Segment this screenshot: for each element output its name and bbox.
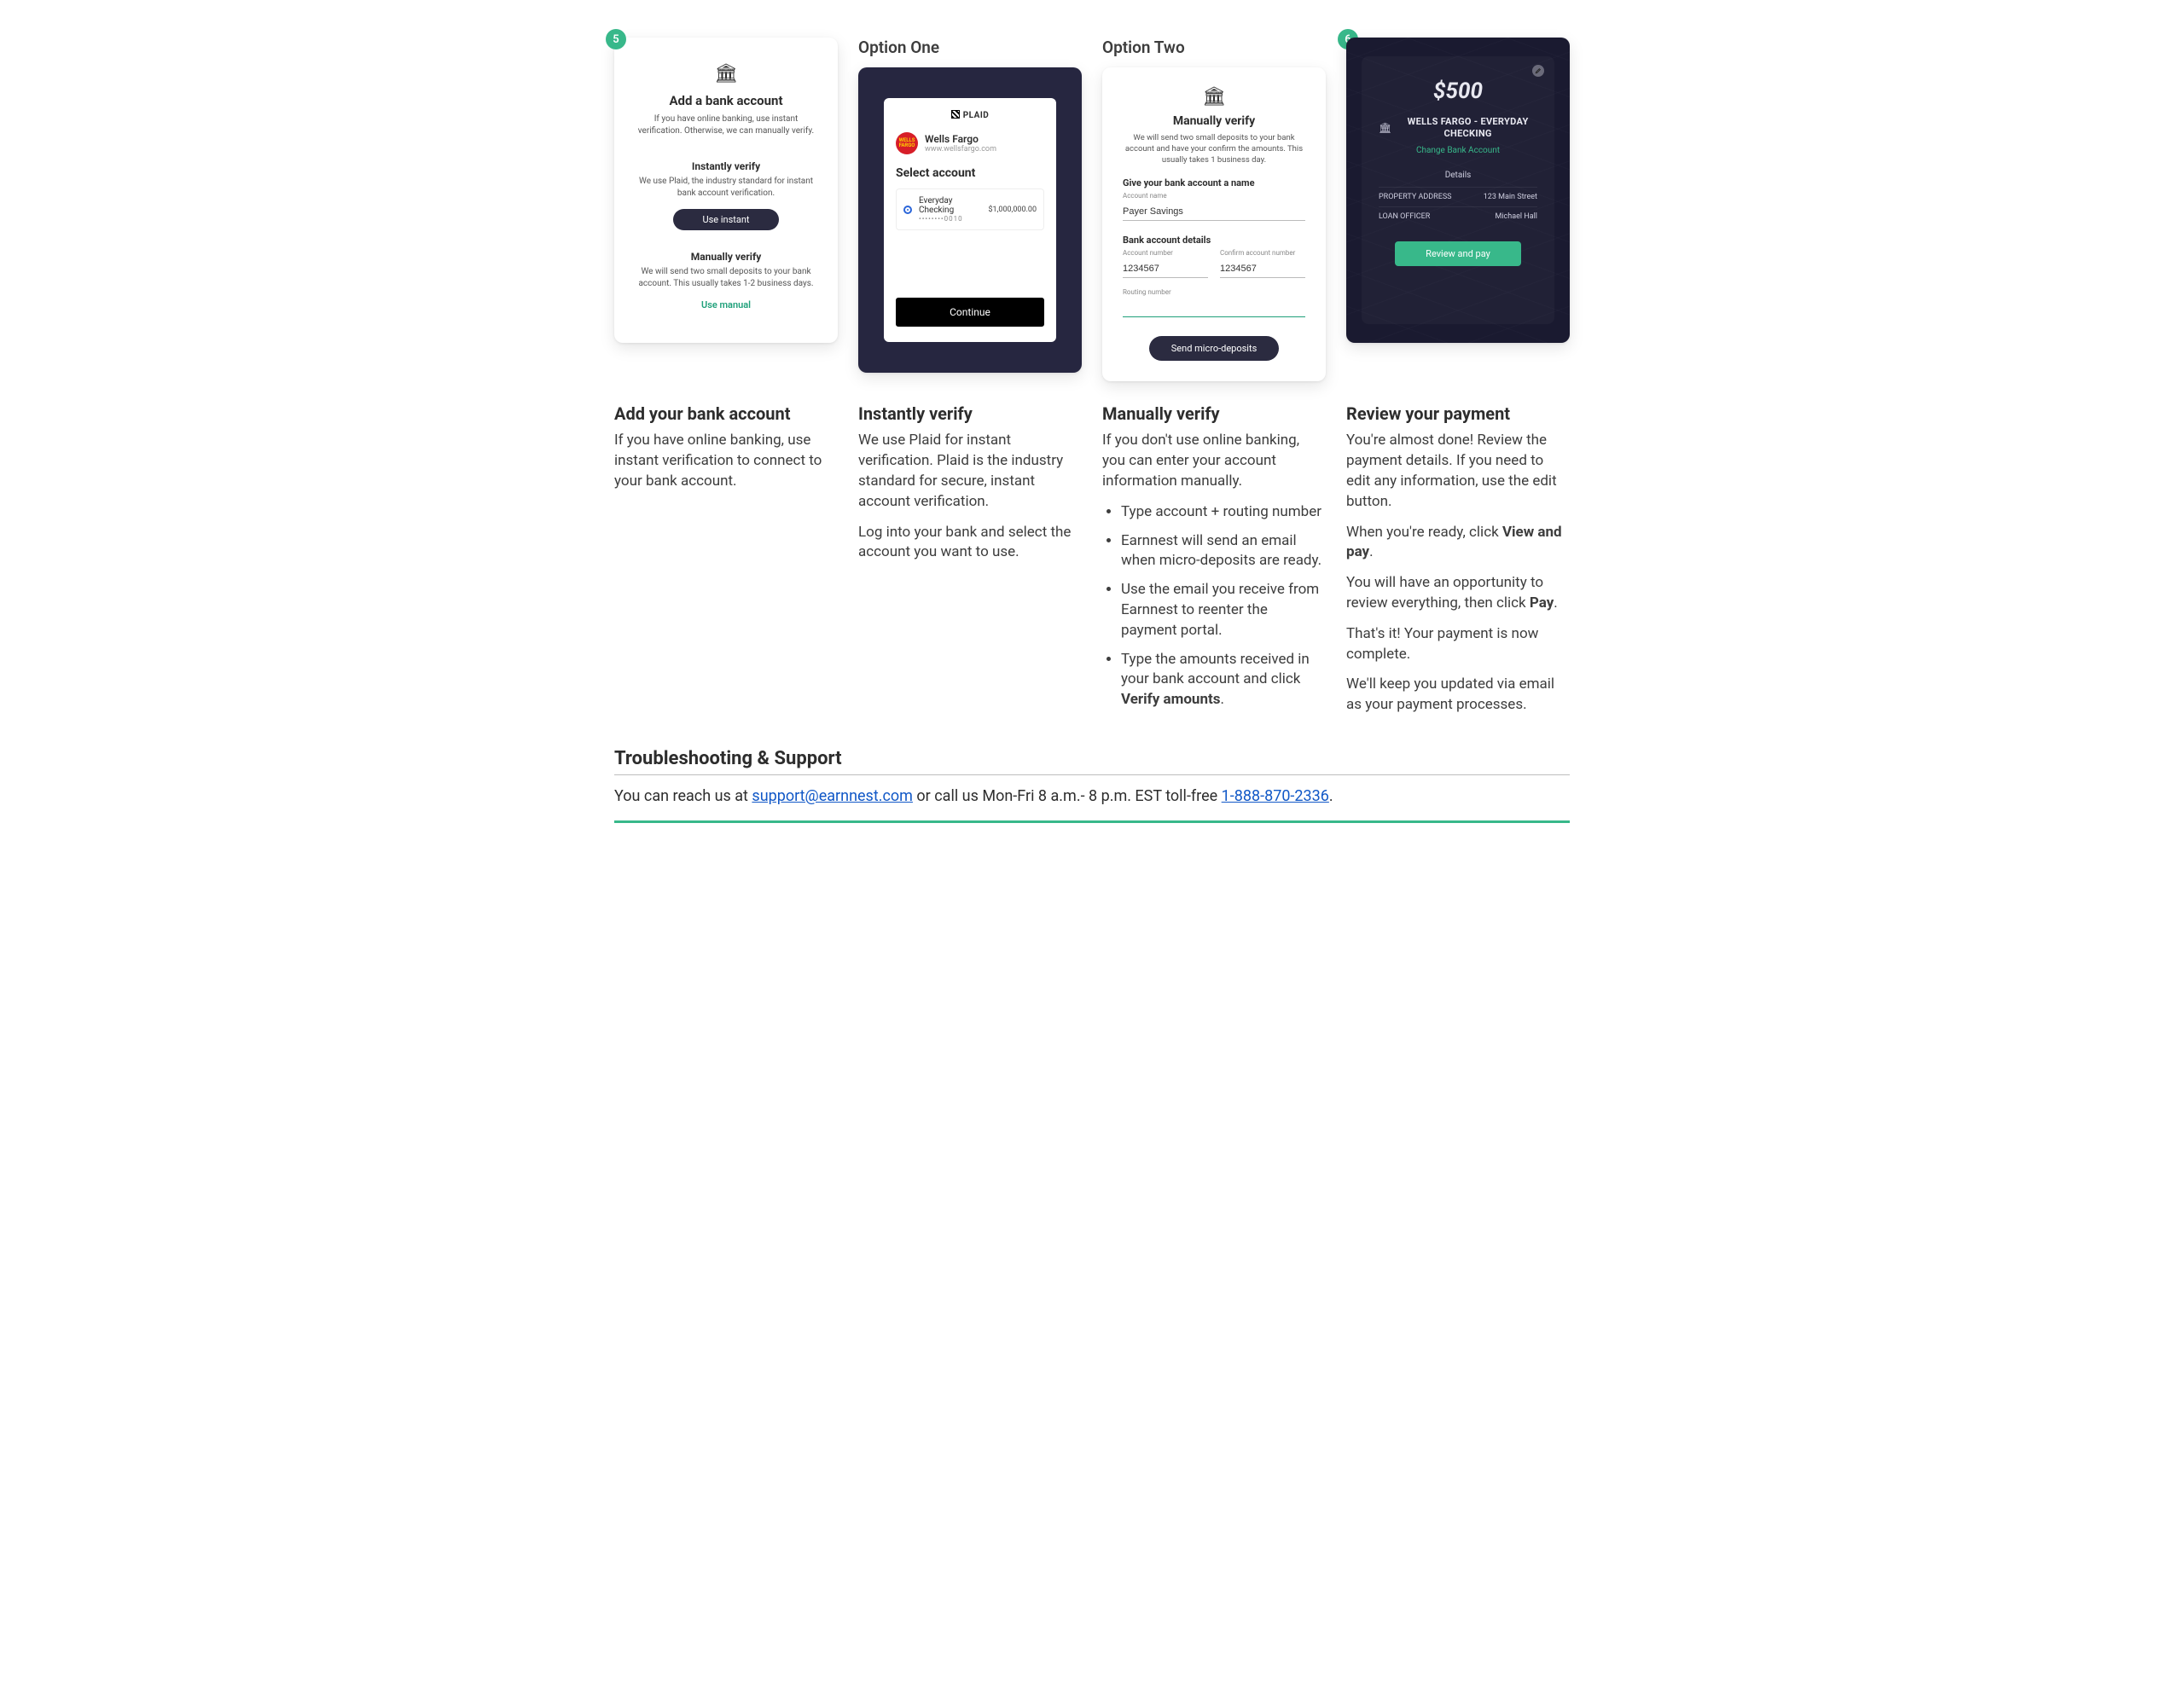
confirm-account-input[interactable] — [1220, 260, 1305, 278]
desc-body: If you don't use online banking, you can… — [1102, 431, 1326, 491]
desc-body: If you have online banking, use instant … — [614, 431, 838, 491]
use-instant-button[interactable]: Use instant — [673, 209, 778, 230]
edit-icon[interactable] — [1532, 65, 1544, 77]
account-number-label: Account number — [1123, 249, 1208, 257]
desc-body: You're almost done! Review the payment d… — [1346, 431, 1570, 512]
bank-icon: 🏛 — [1123, 86, 1305, 107]
desc-body: We use Plaid for instant verification. P… — [858, 431, 1082, 512]
plaid-logo: PLAID — [896, 110, 1044, 120]
option-two-column: Option Two 🏛 Manually verify We will sen… — [1102, 38, 1326, 381]
troubleshooting-section: Troubleshooting & Support You can reach … — [614, 748, 1570, 823]
account-name-sublabel: Account name — [1123, 192, 1305, 200]
desc-title: Manually verify — [1102, 403, 1326, 424]
support-email-link[interactable]: support@earnnest.com — [752, 787, 913, 805]
list-item: Type the amounts received in your bank a… — [1121, 650, 1326, 710]
payment-amount: $500 — [1433, 78, 1483, 104]
details-heading: Details — [1445, 171, 1472, 180]
list-item: Type account + routing number — [1121, 502, 1326, 523]
desc-body: We'll keep you updated via email as your… — [1346, 675, 1570, 716]
footer-rule — [614, 820, 1570, 823]
send-micro-deposits-button[interactable]: Send micro-deposits — [1149, 336, 1280, 361]
change-bank-link[interactable]: Change Bank Account — [1416, 146, 1500, 155]
desc-body: That's it! Your payment is now complete. — [1346, 624, 1570, 665]
step-6-description: Review your payment You're almost done! … — [1346, 381, 1570, 726]
desc-title: Instantly verify — [858, 403, 1082, 424]
option-two-description: Manually verify If you don't use online … — [1102, 381, 1326, 719]
detail-row-address: PROPERTY ADDRESS 123 Main Street — [1379, 187, 1537, 206]
use-manual-link[interactable]: Use manual — [701, 299, 751, 310]
desc-title: Review your payment — [1346, 403, 1570, 424]
option-two-label: Option Two — [1102, 38, 1326, 57]
manual-verify-desc: We will send two small deposits to your … — [636, 266, 816, 289]
detail-value: Michael Hall — [1496, 212, 1538, 221]
desc-body: When you're ready, click View and pay. — [1346, 523, 1570, 564]
wells-fargo-icon: WELLSFARGO — [896, 132, 918, 154]
routing-number-label: Routing number — [1123, 288, 1305, 296]
troubleshooting-heading: Troubleshooting & Support — [614, 748, 1570, 769]
manual-verify-screenshot: 🏛 Manually verify We will send two small… — [1102, 67, 1326, 381]
account-name-label: Give your bank account a name — [1123, 177, 1305, 188]
step-5-card: 5 🏛 Add a bank account If you have onlin… — [614, 38, 838, 343]
add-bank-title: Add a bank account — [636, 93, 816, 108]
plaid-bank-url: www.wellsfargo.com — [925, 145, 996, 154]
step-badge-5: 5 — [606, 29, 626, 49]
step-5-description: Add your bank account If you have online… — [614, 381, 838, 501]
manual-card-desc: We will send two small deposits to your … — [1123, 133, 1305, 165]
option-one-description: Instantly verify We use Plaid for instan… — [858, 381, 1082, 573]
confirm-account-label: Confirm account number — [1220, 249, 1305, 257]
select-account-heading: Select account — [896, 166, 1044, 180]
support-phone-link[interactable]: 1-888-870-2336 — [1222, 787, 1329, 805]
bank-icon: 🏛 — [636, 63, 816, 84]
manual-verify-title: Manually verify — [636, 251, 816, 263]
radio-selected-icon — [903, 206, 912, 214]
bank-icon: 🏛 — [1379, 122, 1391, 134]
review-and-pay-button[interactable]: Review and pay — [1395, 241, 1521, 266]
instant-verify-title: Instantly verify — [636, 160, 816, 172]
plaid-screenshot: PLAID WELLSFARGO Wells Fargo www.wellsfa… — [858, 67, 1082, 373]
step-6-card: 6 $500 🏛 WELLS FARGO - EVERYDAY CHECKING… — [1346, 38, 1570, 343]
support-text: You can reach us at support@earnnest.com… — [614, 787, 1570, 805]
list-item: Earnnest will send an email when micro-d… — [1121, 531, 1326, 572]
routing-number-input[interactable] — [1123, 299, 1305, 317]
manual-steps-list: Type account + routing number Earnnest w… — [1102, 502, 1326, 710]
account-number-input[interactable] — [1123, 260, 1208, 278]
divider — [614, 774, 1570, 775]
instant-verify-desc: We use Plaid, the industry standard for … — [636, 176, 816, 199]
detail-row-loan-officer: LOAN OFFICER Michael Hall — [1379, 206, 1537, 226]
review-bank-name: WELLS FARGO - EVERYDAY CHECKING — [1398, 116, 1537, 141]
plaid-continue-button[interactable]: Continue — [896, 298, 1044, 327]
bank-details-label: Bank account details — [1123, 235, 1305, 246]
manual-card-title: Manually verify — [1123, 114, 1305, 128]
account-name: Everyday Checking — [919, 196, 982, 215]
desc-title: Add your bank account — [614, 403, 838, 424]
add-bank-subtitle: If you have online banking, use instant … — [636, 113, 816, 136]
account-option-row[interactable]: Everyday Checking ••••••••0010 $1,000,00… — [896, 188, 1044, 230]
account-balance: $1,000,000.00 — [989, 206, 1037, 214]
desc-body: You will have an opportunity to review e… — [1346, 573, 1570, 614]
desc-body: Log into your bank and select the accoun… — [858, 523, 1082, 564]
option-one-column: Option One PLAID WELLSFARGO Wells Fargo … — [858, 38, 1082, 373]
detail-value: 123 Main Street — [1484, 193, 1537, 201]
detail-label: LOAN OFFICER — [1379, 212, 1430, 221]
account-mask: ••••••••0010 — [919, 215, 982, 223]
option-one-label: Option One — [858, 38, 1082, 57]
account-name-input[interactable] — [1123, 203, 1305, 221]
detail-label: PROPERTY ADDRESS — [1379, 193, 1452, 201]
list-item: Use the email you receive from Earnnest … — [1121, 580, 1326, 641]
plaid-bank-name: Wells Fargo — [925, 133, 996, 145]
